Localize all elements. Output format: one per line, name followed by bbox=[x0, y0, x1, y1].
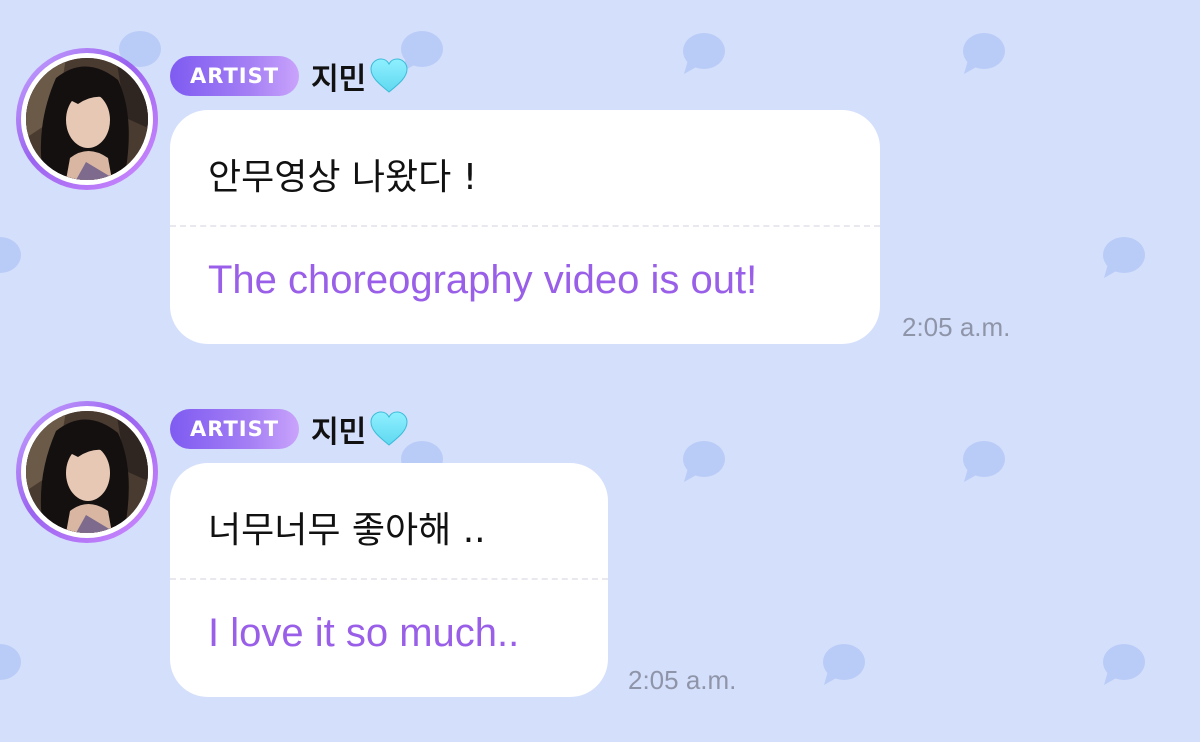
avatar-photo bbox=[26, 58, 148, 180]
sender-row: ARTIST 지민 bbox=[170, 52, 408, 100]
artist-avatar[interactable] bbox=[16, 48, 158, 190]
message-time: 2:05 a.m. bbox=[628, 665, 737, 695]
speech-bubble-icon bbox=[1102, 643, 1146, 687]
light-blue-heart-icon bbox=[370, 411, 408, 447]
speech-bubble-icon bbox=[962, 440, 1006, 484]
speech-bubble-icon bbox=[1102, 236, 1146, 280]
message-translation: The choreography video is out! bbox=[208, 258, 758, 302]
translation-divider bbox=[170, 225, 880, 227]
speech-bubble-icon bbox=[822, 643, 866, 687]
speech-bubble-icon bbox=[0, 643, 22, 687]
message-bubble[interactable]: 안무영상 나왔다 ! The choreography video is out… bbox=[170, 110, 880, 344]
translation-divider bbox=[170, 578, 608, 580]
message-translation: I love it so much.. bbox=[208, 611, 520, 655]
message-bubble[interactable]: 너무너무 좋아해 .. I love it so much.. bbox=[170, 463, 608, 697]
speech-bubble-icon bbox=[682, 32, 726, 76]
sender-name[interactable]: 지민 bbox=[311, 407, 366, 451]
message-text: 너무너무 좋아해 .. bbox=[208, 510, 486, 551]
artist-avatar[interactable] bbox=[16, 401, 158, 543]
artist-badge: ARTIST bbox=[170, 56, 300, 96]
speech-bubble-icon bbox=[682, 440, 726, 484]
message-time: 2:05 a.m. bbox=[902, 312, 1011, 342]
speech-bubble-icon bbox=[962, 32, 1006, 76]
sender-name[interactable]: 지민 bbox=[311, 54, 366, 98]
message-text: 안무영상 나왔다 ! bbox=[208, 157, 478, 198]
speech-bubble-icon bbox=[0, 236, 22, 280]
sender-row: ARTIST 지민 bbox=[170, 405, 408, 453]
avatar-photo bbox=[26, 411, 148, 533]
artist-badge: ARTIST bbox=[170, 409, 300, 449]
light-blue-heart-icon bbox=[370, 58, 408, 94]
